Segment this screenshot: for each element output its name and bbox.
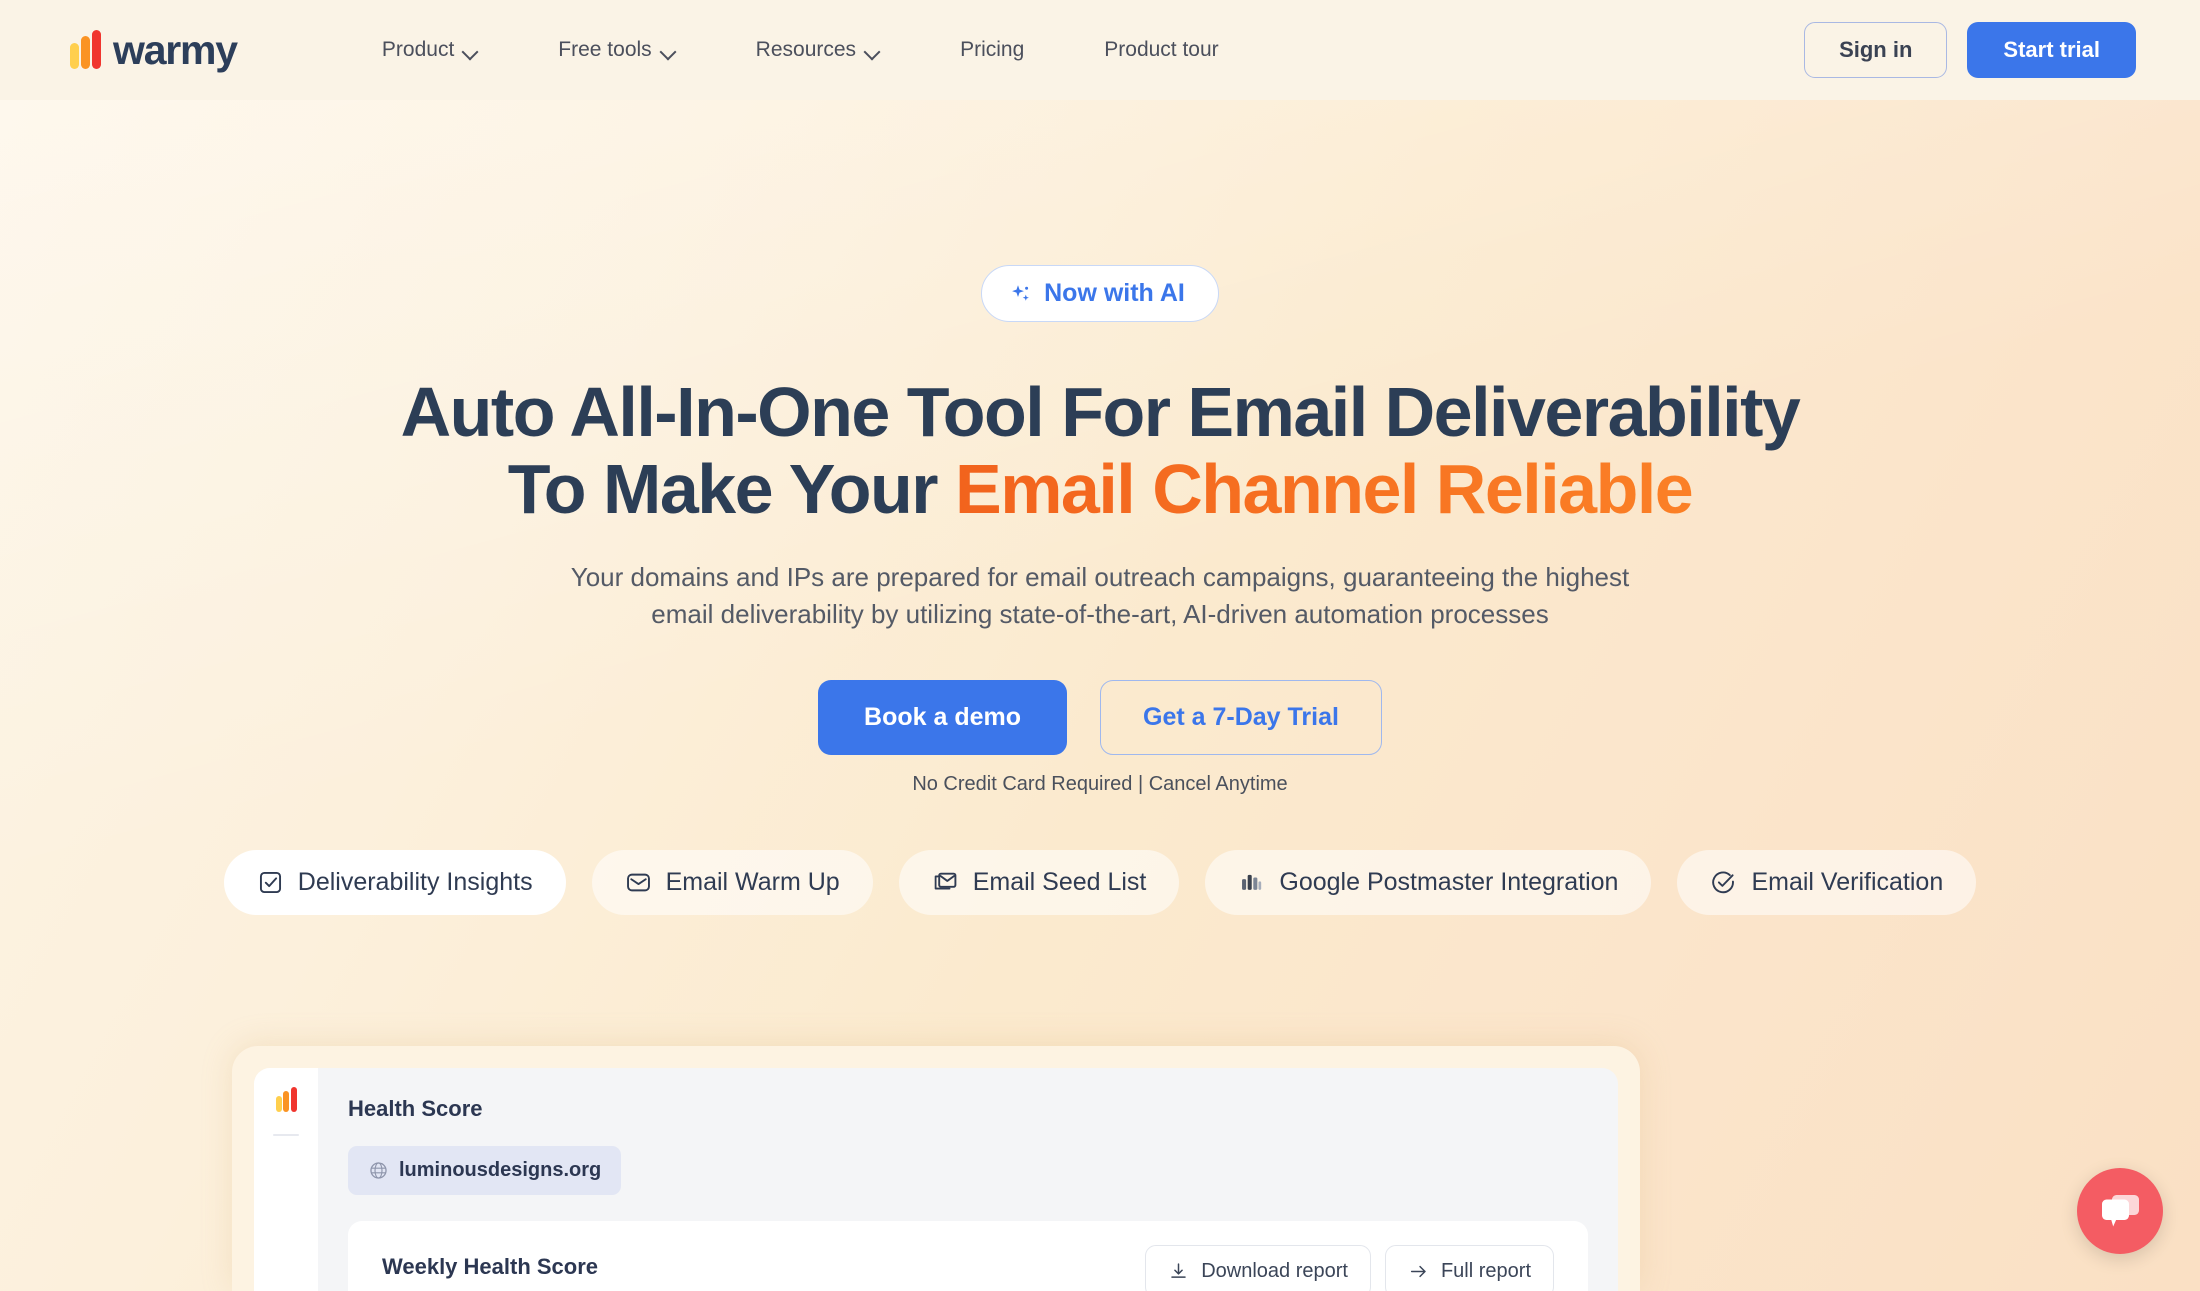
domain-selector-chip[interactable]: luminousdesigns.org <box>348 1146 622 1195</box>
hero-title-accent: Email Channel Reliable <box>955 450 1694 528</box>
nav-item-pricing[interactable]: Pricing <box>940 28 1044 72</box>
header-actions: Sign in Start trial <box>1804 22 2136 78</box>
dashboard-preview-inner: Health Score luminousdesigns.org Weekly … <box>254 1068 1618 1291</box>
weekly-health-score-card: Weekly Health Score Download report Full… <box>348 1221 1588 1291</box>
nav-label: Product tour <box>1104 38 1219 61</box>
dashboard-sidebar <box>254 1068 318 1291</box>
nav-item-product-tour[interactable]: Product tour <box>1084 28 1238 72</box>
nav-item-free-tools[interactable]: Free tools <box>538 28 695 72</box>
nav-label: Pricing <box>960 38 1025 61</box>
pill-email-warm-up[interactable]: Email Warm Up <box>591 849 873 915</box>
check-circle-icon <box>1712 871 1735 893</box>
pill-label: Deliverability Insights <box>297 867 533 896</box>
stacked-envelopes-icon <box>934 872 957 890</box>
dashboard-main: Health Score luminousdesigns.org Weekly … <box>318 1068 1618 1291</box>
now-with-ai-badge[interactable]: Now with AI <box>981 265 1219 322</box>
hero-title-line-2-plain: To Make Your <box>507 450 955 528</box>
download-icon <box>1171 1263 1186 1278</box>
pill-label: Email Verification <box>1751 867 1944 896</box>
hero-section: Now with AI Auto All-In-One Tool For Ema… <box>0 100 2200 915</box>
download-report-label: Download report <box>1201 1260 1348 1282</box>
start-trial-button[interactable]: Start trial <box>1967 22 2136 78</box>
chat-widget-button[interactable] <box>2077 1168 2163 1254</box>
envelope-icon <box>626 873 650 892</box>
chat-bubbles-icon <box>2102 1195 2139 1227</box>
hero-cta-row: Book a demo Get a 7-Day Trial <box>0 679 2200 755</box>
hero-subtitle-line-1: Your domains and IPs are prepared for em… <box>570 562 1630 592</box>
report-actions: Download report Full report <box>1145 1245 1554 1291</box>
sparkle-icon <box>1012 284 1030 301</box>
sign-in-button[interactable]: Sign in <box>1804 22 1948 78</box>
pill-email-verification[interactable]: Email Verification <box>1677 849 1977 915</box>
get-trial-button[interactable]: Get a 7-Day Trial <box>1100 679 1382 755</box>
hero-title: Auto All-In-One Tool For Email Deliverab… <box>0 374 2200 528</box>
full-report-button[interactable]: Full report <box>1384 1245 1554 1291</box>
feature-pill-row: Deliverability Insights Email Warm Up Em… <box>0 849 2200 915</box>
brand-logo-text: warmy <box>113 26 238 73</box>
weekly-health-score-title: Weekly Health Score <box>382 1254 599 1279</box>
domain-chip-label: luminousdesigns.org <box>399 1159 602 1181</box>
warmy-logo-icon <box>275 1087 297 1112</box>
pill-email-seed-list[interactable]: Email Seed List <box>898 849 1180 915</box>
main-navigation: Product Free tools Resources Pricing Pro… <box>362 28 1239 72</box>
pill-google-postmaster-integration[interactable]: Google Postmaster Integration <box>1205 849 1652 915</box>
cta-note: No Credit Card Required | Cancel Anytime <box>912 772 1288 795</box>
globe-icon <box>370 1162 387 1179</box>
download-report-button[interactable]: Download report <box>1145 1245 1371 1291</box>
hero-title-line-1: Auto All-In-One Tool For Email Deliverab… <box>400 373 1801 451</box>
full-report-label: Full report <box>1440 1260 1531 1282</box>
landing-page: warmy Product Free tools Resources Prici… <box>0 0 2200 1291</box>
nav-item-resources[interactable]: Resources <box>736 28 900 72</box>
chevron-down-icon <box>661 46 676 55</box>
checkbox-check-icon <box>259 871 281 893</box>
pill-deliverability-insights[interactable]: Deliverability Insights <box>223 849 566 915</box>
nav-label: Free tools <box>558 38 652 61</box>
nav-label: Resources <box>755 38 857 61</box>
sidebar-divider <box>273 1134 299 1136</box>
pill-label: Email Seed List <box>972 867 1147 896</box>
nav-label: Product <box>381 38 455 61</box>
dashboard-preview: Health Score luminousdesigns.org Weekly … <box>232 1046 1640 1291</box>
chevron-down-icon <box>463 46 478 55</box>
hero-subtitle-line-2: email deliverability by utilizing state-… <box>651 598 1549 629</box>
site-header: warmy Product Free tools Resources Prici… <box>0 0 2200 100</box>
hero-subtitle: Your domains and IPs are prepared for em… <box>0 559 2200 633</box>
pill-label: Email Warm Up <box>665 867 840 896</box>
brand-logo[interactable]: warmy <box>70 26 238 73</box>
pill-label: Google Postmaster Integration <box>1279 867 1619 896</box>
dashboard-page-title: Health Score <box>348 1096 483 1121</box>
book-a-demo-button[interactable]: Book a demo <box>818 679 1068 755</box>
warmy-logo-icon <box>70 30 101 69</box>
nav-item-product[interactable]: Product <box>362 28 498 72</box>
ai-badge-label: Now with AI <box>1044 279 1185 307</box>
arrow-right-icon <box>1410 1265 1426 1278</box>
google-postmaster-icon <box>1242 874 1262 890</box>
chevron-down-icon <box>865 46 880 55</box>
